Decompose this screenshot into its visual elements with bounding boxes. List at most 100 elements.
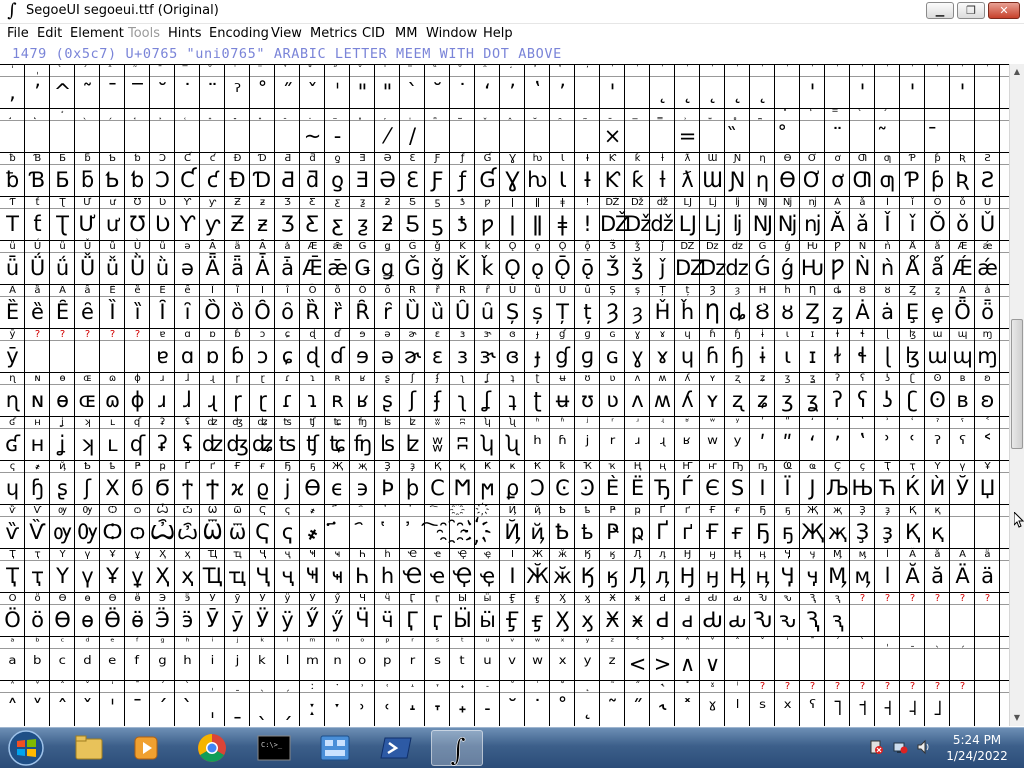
glyph-cell[interactable]: ˄	[0, 693, 25, 723]
glyph-cell[interactable]: ȅ	[25, 297, 50, 327]
glyph-cell[interactable]: Ҽ	[400, 561, 425, 591]
glyph-cell[interactable]: І	[750, 473, 775, 503]
glyph-cell[interactable]: ǡ	[275, 253, 300, 283]
glyph-cell[interactable]: Ҭ	[0, 561, 25, 591]
glyph-cell[interactable]: ƙ	[625, 165, 650, 195]
glyph-cell[interactable]: ƺ	[350, 209, 375, 239]
glyph-cell[interactable]: ѽ	[175, 517, 200, 547]
glyph-cell[interactable]: ʹ	[750, 429, 775, 459]
glyph-cell[interactable]: ¯	[100, 77, 125, 107]
glyph-cell[interactable]: ˣ	[775, 693, 800, 723]
glyph-cell[interactable]: ɥ	[675, 341, 700, 371]
glyph-cell[interactable]: Ǭ	[550, 253, 575, 283]
glyph-cell[interactable]: ӹ	[475, 605, 500, 635]
glyph-cell[interactable]: ˣ	[550, 649, 575, 679]
glyph-cell[interactable]: ǭ	[575, 253, 600, 283]
glyph-cell[interactable]: ʑ	[750, 385, 775, 415]
glyph-cell[interactable]: Њ	[850, 473, 875, 503]
glyph-cell[interactable]: ˝	[625, 693, 650, 723]
glyph-cell[interactable]: ᵗ	[450, 649, 475, 679]
glyph-cell[interactable]: ː	[300, 693, 325, 723]
glyph-cell[interactable]: ˢ	[425, 649, 450, 679]
glyph-cell[interactable]: ˛	[700, 77, 725, 107]
glyph-cell[interactable]: ӓ	[975, 561, 1000, 591]
glyph-cell[interactable]: Ѻ	[100, 517, 125, 547]
glyph-cell[interactable]: ɫ	[825, 341, 850, 371]
glyph-cell[interactable]: Ͽ	[575, 473, 600, 503]
glyph-cell[interactable]: ү	[75, 561, 100, 591]
glyph-cell[interactable]: ʌ	[625, 385, 650, 415]
glyph-cell[interactable]: ϭ	[125, 473, 150, 503]
glyph-cell[interactable]: ҇	[425, 517, 450, 547]
glyph-cell[interactable]: ư	[100, 209, 125, 239]
glyph-cell[interactable]: ˋ	[175, 693, 200, 723]
glyph-cell[interactable]: ө	[75, 605, 100, 635]
glyph-cell[interactable]: ‾	[125, 77, 150, 107]
glyph-cell[interactable]: Ϲ	[425, 473, 450, 503]
glyph-cell[interactable]: ƈ	[200, 165, 225, 195]
glyph-cell[interactable]: ʰ	[175, 649, 200, 679]
glyph-cell[interactable]: ʨ	[325, 429, 350, 459]
glyph-cell[interactable]: ȑ	[325, 297, 350, 327]
glyph-cell[interactable]: ҆	[400, 517, 425, 547]
glyph-cell[interactable]: ˡ	[275, 649, 300, 679]
glyph-cell[interactable]: ѷ	[0, 517, 25, 547]
glyph-cell[interactable]: ˍ	[225, 693, 250, 723]
glyph-cell[interactable]: Ԅ	[750, 605, 775, 635]
glyph-cell[interactable]: ᶠ	[125, 649, 150, 679]
glyph-cell[interactable]: ᵛ	[500, 649, 525, 679]
glyph-cell[interactable]: Һ	[350, 561, 375, 591]
glyph-cell[interactable]: ʕ	[850, 385, 875, 415]
glyph-cell[interactable]: ҕ	[775, 517, 800, 547]
glyph-cell[interactable]: ˛	[650, 77, 675, 107]
glyph-cell[interactable]: ∧	[675, 649, 700, 679]
glyph-cell[interactable]: ԅ	[775, 605, 800, 635]
glyph-cell[interactable]: Ɓ	[25, 165, 50, 195]
glyph-cell[interactable]: Ǔ	[975, 209, 1000, 239]
glyph-cell[interactable]: ȡ	[725, 297, 750, 327]
glyph-cell[interactable]: '	[800, 77, 825, 107]
glyph-cell[interactable]: ʘ	[925, 385, 950, 415]
glyph-cell[interactable]: ӳ	[325, 605, 350, 635]
glyph-cell[interactable]: ҙ	[875, 517, 900, 547]
glyph-cell[interactable]: ӌ	[800, 561, 825, 591]
glyph-cell[interactable]: ʄ	[425, 385, 450, 415]
glyph-cell[interactable]: Ӵ	[350, 605, 375, 635]
glyph-cell[interactable]: ʃ	[400, 385, 425, 415]
glyph-cell[interactable]: Χ	[100, 473, 125, 503]
taskbar-powershell[interactable]	[371, 730, 423, 766]
glyph-cell[interactable]: ơ	[825, 165, 850, 195]
glyph-cell[interactable]: ӭ	[175, 605, 200, 635]
taskbar-explorer[interactable]	[63, 730, 115, 766]
glyph-cell[interactable]: Ӷ	[400, 605, 425, 635]
glyph-cell[interactable]: ѹ	[50, 517, 75, 547]
glyph-cell[interactable]: ǹ	[875, 253, 900, 283]
glyph-cell[interactable]: ҋ	[525, 517, 550, 547]
glyph-cell[interactable]: ȥ	[825, 297, 850, 327]
glyph-cell[interactable]: ɘ	[350, 341, 375, 371]
glyph-cell[interactable]: ʉ	[550, 385, 575, 415]
glyph-cell[interactable]: ȍ	[225, 297, 250, 327]
glyph-cell[interactable]: Ї	[775, 473, 800, 503]
glyph-cell[interactable]: ɤ	[650, 341, 675, 371]
glyph-cell[interactable]: ɣ	[625, 341, 650, 371]
glyph-cell[interactable]: ˖	[450, 693, 475, 723]
glyph-cell[interactable]: ˎ	[250, 693, 275, 723]
scrollbar-thumb[interactable]	[1011, 319, 1023, 449]
glyph-cell[interactable]: Ғ	[700, 517, 725, 547]
glyph-cell[interactable]: Ӱ	[250, 605, 275, 635]
glyph-cell[interactable]: Ө	[50, 605, 75, 635]
glyph-cell[interactable]: ˈ	[325, 77, 350, 107]
glyph-cell[interactable]: ȗ	[475, 297, 500, 327]
glyph-cell[interactable]: ƕ	[525, 165, 550, 195]
glyph-cell[interactable]: Ơ	[800, 165, 825, 195]
glyph-cell[interactable]: ˚	[250, 77, 275, 107]
glyph-cell[interactable]: Ћ	[875, 473, 900, 503]
glyph-cell[interactable]: Ү	[50, 561, 75, 591]
glyph-cell[interactable]: ×	[600, 121, 625, 151]
glyph-cell[interactable]: ̏	[725, 121, 750, 151]
glyph-cell[interactable]: ԃ	[725, 605, 750, 635]
glyph-cell[interactable]: ʩ	[350, 429, 375, 459]
glyph-cell[interactable]: ˀ	[225, 77, 250, 107]
glyph-cell[interactable]: ȣ	[775, 297, 800, 327]
